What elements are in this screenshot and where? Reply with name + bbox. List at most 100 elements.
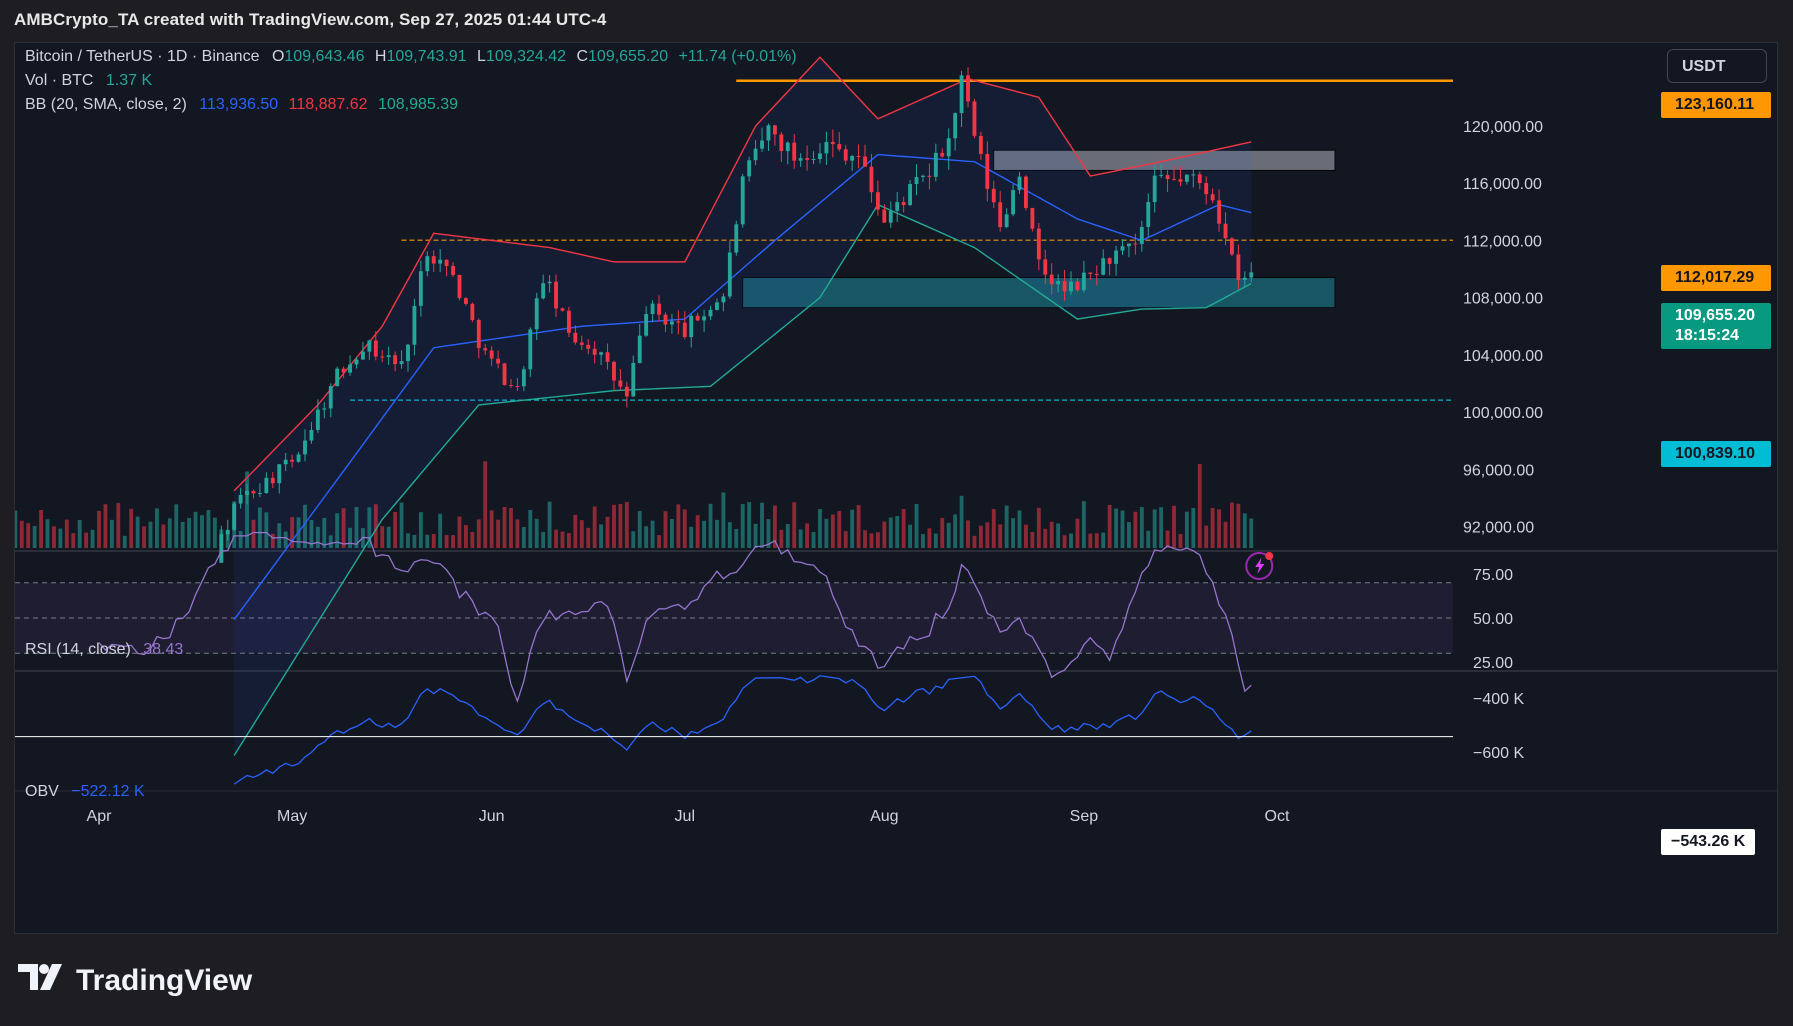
candle-body <box>856 156 861 158</box>
volume-label[interactable]: Vol · BTC <box>25 72 93 89</box>
price-axis-label: 104,000.00 <box>1463 348 1543 365</box>
candle-body <box>1127 243 1131 247</box>
candle-body <box>354 359 359 365</box>
candle-body <box>418 271 423 306</box>
bollinger-legend: BB (20, SMA, close, 2) 113,936.50 118,88… <box>25 96 458 114</box>
candle-body <box>1184 174 1189 182</box>
candle-body <box>225 529 230 535</box>
volume-bar <box>837 510 842 548</box>
volume-bar <box>1094 533 1099 548</box>
volume-bar <box>521 526 526 548</box>
volume-bar <box>270 533 275 548</box>
volume-bar <box>657 535 661 548</box>
support-price-tag: 100,839.10 <box>1661 441 1771 467</box>
candle-body <box>830 141 835 145</box>
volume-bar <box>863 530 867 548</box>
candle-body <box>1036 228 1041 260</box>
price-axis-label: 96,000.00 <box>1463 462 1534 479</box>
price-axis-label: 116,000.00 <box>1463 176 1542 193</box>
rsi-value: 38.43 <box>143 641 184 658</box>
obv-label[interactable]: OBV <box>25 783 59 800</box>
candle-body <box>985 153 990 189</box>
obv-axis-label: −400 K <box>1473 691 1524 708</box>
candle-body <box>805 158 810 160</box>
volume-bar <box>1210 508 1215 548</box>
candle-body <box>1146 202 1151 227</box>
volume-bar <box>264 512 269 548</box>
volume-bar <box>1049 521 1054 548</box>
candle-body <box>669 321 674 325</box>
volume-bar <box>727 522 732 548</box>
candle-body <box>966 75 970 102</box>
chart-canvas[interactable]: 120,000.00 116,000.00 112,000.00 108,000.00… <box>15 43 1777 933</box>
bollinger-label[interactable]: BB (20, SMA, close, 2) <box>25 96 187 113</box>
candle-body <box>978 135 983 154</box>
candle-body <box>933 152 938 177</box>
volume-bar <box>528 509 533 548</box>
chart-frame[interactable]: 120,000.00 116,000.00 112,000.00 108,000.00… <box>14 42 1778 934</box>
candle-body <box>959 75 964 114</box>
candle-body <box>792 142 797 161</box>
volume-bar <box>541 531 546 548</box>
candle-body <box>766 125 771 141</box>
candle-body <box>1191 174 1196 176</box>
candle-body <box>818 153 822 160</box>
time-axis-label: Aug <box>870 808 898 825</box>
candle-body <box>998 202 1003 228</box>
volume-bar <box>998 524 1003 548</box>
candle-body <box>1249 272 1254 278</box>
volume-bar <box>573 514 578 548</box>
volume-bar <box>1127 522 1131 548</box>
volume-bar <box>901 509 906 548</box>
candle-body <box>1101 258 1106 275</box>
volume-bar <box>187 518 192 548</box>
obv-value: −522.12 K <box>71 783 145 800</box>
volume-bar <box>644 526 649 548</box>
volume-bar <box>624 501 629 548</box>
currency-selector-button[interactable]: USDT <box>1667 49 1767 83</box>
volume-bar <box>592 506 597 548</box>
volume-bar <box>257 507 262 548</box>
candle-body <box>940 152 945 157</box>
volume-bar <box>380 526 385 548</box>
candle-body <box>1081 272 1086 291</box>
volume-bar <box>953 514 958 548</box>
candle-body <box>875 192 880 210</box>
volume-bar <box>534 518 539 548</box>
candle-body <box>348 364 352 373</box>
candle-body <box>341 368 346 373</box>
candle-body <box>496 358 501 364</box>
candle-body <box>592 348 597 355</box>
volume-bar <box>779 529 784 548</box>
volume-bar <box>895 516 900 548</box>
candle-body <box>1178 179 1183 182</box>
rsi-axis-label: 25.00 <box>1473 655 1513 672</box>
volume-bar <box>515 519 520 548</box>
volume-bar <box>322 517 327 548</box>
candle-body <box>1049 274 1054 285</box>
volume-bar <box>32 525 37 548</box>
bollinger-lower-value: 108,985.39 <box>377 96 459 113</box>
time-axis-label: Sep <box>1070 808 1099 825</box>
candle-body <box>682 322 687 338</box>
symbol-name[interactable]: Bitcoin / TetherUS · 1D · Binance <box>25 48 259 65</box>
time-axis-label: May <box>277 808 307 825</box>
volume-bar <box>669 518 674 548</box>
volume-bars <box>15 461 1254 548</box>
volume-bar <box>599 524 604 548</box>
tradingview-logo[interactable]: TradingView <box>18 964 252 998</box>
volume-bar <box>933 533 938 548</box>
candle-body <box>451 265 455 275</box>
volume-bar <box>496 519 501 548</box>
candle-body <box>547 281 552 284</box>
candle-body <box>888 210 893 223</box>
time-axis-label: Jun <box>479 808 505 825</box>
volume-bar <box>161 524 166 548</box>
candle-body <box>367 340 372 352</box>
volume-bar <box>856 505 861 548</box>
rsi-label[interactable]: RSI (14, close) <box>25 641 131 658</box>
candle-body <box>290 459 295 462</box>
volume-bar <box>959 495 964 548</box>
volume-bar <box>618 503 623 548</box>
candle-body <box>303 440 307 455</box>
